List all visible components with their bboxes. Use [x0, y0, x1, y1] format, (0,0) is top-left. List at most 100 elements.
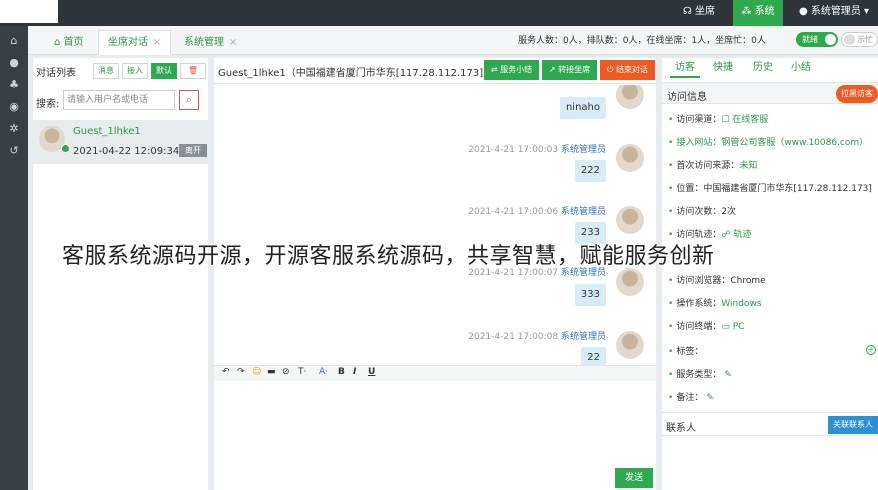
- tab-summary[interactable]: 小结: [786, 58, 816, 78]
- ready-toggle[interactable]: 就绪: [796, 32, 838, 47]
- filter-accept-button[interactable]: 接入: [122, 63, 148, 79]
- caret-down-icon: ▾: [860, 6, 870, 17]
- button-label: 转接坐席: [558, 65, 591, 74]
- message-bubble: ninaho: [559, 97, 606, 119]
- message-input[interactable]: [214, 381, 656, 490]
- info-label: 备注：: [676, 393, 704, 403]
- chat-header: Guest_1lhke1（中国福建省厦门市华东[117.28.112.173]）…: [214, 58, 656, 84]
- avatar: [616, 206, 644, 234]
- edit-icon[interactable]: ✎: [706, 393, 714, 403]
- message-sender: 系统管理员: [560, 332, 606, 342]
- send-button[interactable]: 发送: [615, 468, 653, 488]
- bullet-icon: •: [668, 276, 674, 286]
- tab-shortcuts[interactable]: 快捷: [708, 58, 738, 78]
- bullet-icon: •: [668, 161, 674, 171]
- font-size-icon[interactable]: T·: [298, 367, 306, 377]
- settings-icon[interactable]: ✲: [0, 118, 28, 140]
- emoji-icon[interactable]: ☺: [252, 367, 261, 377]
- tab-seat-chat[interactable]: 坐席对话 ×: [98, 30, 172, 55]
- bullet-icon: •: [668, 207, 674, 217]
- left-rail: ⌂ ● ♣ ◉ ✲ ↺: [0, 26, 28, 490]
- info-label: 访问渠道：: [676, 115, 722, 125]
- bullet-icon: •: [668, 370, 674, 380]
- knowledge-icon[interactable]: ◉: [0, 96, 28, 118]
- info-value: Chrome: [730, 276, 766, 286]
- tab-label: 首页: [63, 37, 84, 48]
- home-icon[interactable]: ⌂: [0, 30, 28, 52]
- bullet-icon: •: [668, 393, 674, 403]
- avatar: [616, 268, 644, 296]
- user-icon: ●: [798, 6, 811, 17]
- info-value[interactable]: 钢管公司客服（www.10086.com）: [721, 138, 868, 148]
- font-color-icon[interactable]: A·: [319, 367, 328, 377]
- conversation-list-panel: 对话列表 消息 接入 默认 🗑 搜索: ⌕ Guest_1lhke1 2021-…: [33, 58, 208, 490]
- power-icon: ⏻: [607, 65, 616, 74]
- underline-icon[interactable]: U: [368, 367, 375, 377]
- filter-messages-button[interactable]: 消息: [93, 63, 119, 79]
- message-bubble: 222: [574, 160, 606, 182]
- bold-icon[interactable]: B: [338, 367, 345, 377]
- associate-contact-button[interactable]: 关联联系人: [828, 416, 878, 434]
- search-icon[interactable]: ⌕: [179, 90, 199, 110]
- end-chat-button[interactable]: ⏻ 结束对话: [600, 60, 655, 80]
- track-icon: ☍: [721, 230, 734, 240]
- undo-icon[interactable]: ↶: [222, 367, 230, 377]
- bullet-icon: •: [668, 299, 674, 309]
- status-badge: 离开: [179, 144, 207, 157]
- button-label: 服务小结: [500, 65, 533, 74]
- tab-system-admin[interactable]: 系统管理 ×: [174, 30, 247, 55]
- history-icon[interactable]: ↺: [0, 140, 28, 162]
- attachment-icon[interactable]: ⊘: [282, 367, 290, 377]
- filter-default-button[interactable]: 默认: [151, 63, 177, 79]
- add-tag-icon[interactable]: +: [866, 345, 876, 355]
- chat-panel: Guest_1lhke1（中国福建省厦门市华东[117.28.112.173]）…: [214, 58, 656, 490]
- info-row: • 操作系统：Windows: [668, 296, 762, 309]
- info-label: 接入网站：: [676, 138, 722, 148]
- info-value[interactable]: 轨迹: [733, 230, 751, 240]
- info-value: Windows: [721, 299, 762, 309]
- block-visitor-button[interactable]: 拉黑访客: [836, 85, 878, 103]
- redo-icon[interactable]: ↷: [237, 367, 245, 377]
- message-list: ninaho 2021-4-21 17:00:03 系统管理员 222 2021…: [214, 85, 656, 365]
- info-value: 在线客服: [732, 115, 769, 125]
- users-icon[interactable]: ♣: [0, 74, 28, 96]
- visit-info-title: 访问信息: [667, 92, 707, 103]
- search-label: 搜索:: [36, 99, 60, 110]
- info-value: 未知: [739, 161, 758, 171]
- online-status-icon: [61, 144, 70, 153]
- search-input[interactable]: [63, 90, 175, 110]
- edit-icon[interactable]: ✎: [724, 370, 732, 380]
- logo: [0, 0, 58, 23]
- busy-toggle[interactable]: 示忙: [841, 32, 878, 47]
- bullet-icon: •: [668, 184, 674, 194]
- info-label: 标签：: [676, 347, 704, 357]
- top-bar: ☊ 坐席 ⁂ 系统 ● 系统管理员 ▾: [0, 0, 878, 26]
- info-label: 访问终端：: [676, 322, 722, 332]
- user-icon[interactable]: ●: [0, 52, 28, 74]
- tab-home[interactable]: ⌂ 首页: [44, 30, 94, 55]
- service-summary-button[interactable]: ⇄ 服务小结: [484, 60, 539, 80]
- info-row: • 接入网站：钢管公司客服（www.10086.com）: [668, 135, 868, 148]
- list-item[interactable]: Guest_1lhke1 2021-04-22 12:09:34 离开: [33, 120, 208, 164]
- close-icon[interactable]: ×: [229, 37, 237, 48]
- visit-info-header: 访问信息 拉黑访客: [662, 82, 878, 104]
- info-label: 位置：: [676, 184, 704, 194]
- user-menu[interactable]: ● 系统管理员 ▾: [790, 0, 878, 26]
- network-icon: ⁂: [741, 6, 755, 17]
- seat-menu[interactable]: ☊ 坐席: [668, 0, 730, 26]
- image-icon[interactable]: ▬: [267, 367, 276, 377]
- trash-icon[interactable]: 🗑: [180, 63, 206, 79]
- bullet-icon: •: [668, 138, 674, 148]
- italic-icon[interactable]: I: [353, 367, 356, 377]
- transfer-seat-button[interactable]: ↗ 转接坐席: [542, 60, 597, 80]
- editor-toolbar: ↶ ↷ ☺ ▬ ⊘ T· A· B I U: [214, 365, 656, 381]
- tab-history[interactable]: 历史: [748, 58, 778, 78]
- tab-visitor[interactable]: 访客: [670, 58, 700, 78]
- tab-label: 系统管理: [184, 37, 224, 48]
- monitor-icon: ▭: [721, 322, 733, 332]
- info-row: • 首次访问来源：未知: [668, 158, 757, 171]
- system-menu[interactable]: ⁂ 系统: [733, 0, 783, 26]
- info-label: 访问浏览器：: [676, 276, 731, 286]
- close-icon[interactable]: ×: [153, 37, 161, 48]
- info-row: • 标签：: [668, 344, 703, 357]
